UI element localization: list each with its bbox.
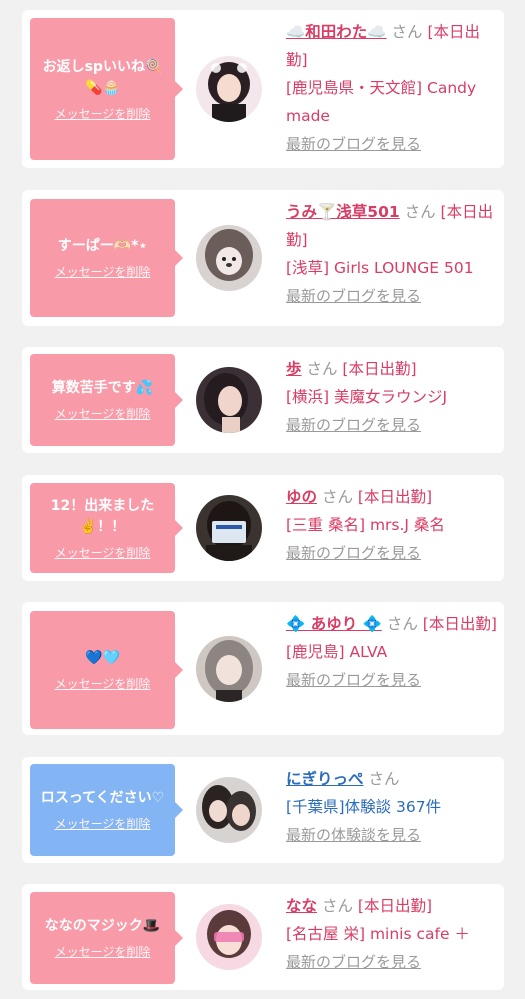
cast-name-link[interactable]: ☁️和田わた☁️ [286,23,387,41]
message-list: お返しspいいね🍭💊🧁 メッセージを削除 ☁️和田わた☁️ さん [本日出勤] … [0,0,525,999]
work-status: [本日出勤] [342,360,417,378]
message-bubble: 12！出来ました✌️！！ メッセージを削除 [30,483,183,573]
cast-name-link[interactable]: 💠 あゆり 💠 [286,615,382,633]
latest-blog-link[interactable]: 最新のブログを見る [286,953,421,971]
work-status: [本日出勤] [422,615,497,633]
avatar[interactable] [196,495,262,561]
message-bubble: 算数苦手です💦 メッセージを削除 [30,354,183,446]
avatar[interactable] [196,904,262,970]
message-card: ロスってください♡ メッセージを削除 にぎりっぺ さん [千葉県]体験談 367… [22,757,504,863]
delete-message-link[interactable]: メッセージを削除 [55,263,151,280]
message-text: 算数苦手です💦 [51,380,154,396]
honorific: さん [306,360,338,378]
message-card: ななのマジック🎩 メッセージを削除 なな さん [本日出勤] [名古屋 栄] m… [22,884,504,990]
message-card: 12！出来ました✌️！！ メッセージを削除 ゆの さん [本日出勤] [三重 桑… [22,475,504,581]
cast-name-link[interactable]: なな [286,897,317,915]
reviewer-name-link[interactable]: にぎりっぺ [286,770,364,788]
review-count: [千葉県]体験談 367件 [286,798,442,816]
honorific: さん [386,615,418,633]
latest-blog-link[interactable]: 最新のブログを見る [286,671,421,689]
cast-info: 💠 あゆり 💠 さん [本日出勤] [鹿児島] ALVA 最新のブログを見る [286,610,498,694]
message-card: お返しspいいね🍭💊🧁 メッセージを削除 ☁️和田わた☁️ さん [本日出勤] … [22,10,504,168]
delete-message-link[interactable]: メッセージを削除 [55,405,151,422]
latest-blog-link[interactable]: 最新のブログを見る [286,287,421,305]
shop-name: [横浜] 美魔女ラウンジJ [286,388,448,406]
avatar[interactable] [196,777,262,843]
honorific: さん [368,770,400,788]
cast-info: うみ🍸浅草501 さん [本日出勤] [浅草] Girls LOUNGE 501… [286,198,498,310]
honorific: さん [404,203,436,221]
cast-info: ゆの さん [本日出勤] [三重 桑名] mrs.J 桑名 最新のブログを見る [286,483,498,567]
message-bubble: ロスってください♡ メッセージを削除 [30,764,183,856]
latest-review-link[interactable]: 最新の体験談を見る [286,826,421,844]
cast-name-link[interactable]: うみ🍸浅草501 [286,203,400,221]
delete-message-link[interactable]: メッセージを削除 [55,675,151,692]
message-text: お返しspいいね🍭💊🧁 [42,58,163,96]
delete-message-link[interactable]: メッセージを削除 [55,105,151,122]
cast-info: ☁️和田わた☁️ さん [本日出勤] [鹿児島県・天文館] Candy made… [286,18,498,158]
message-card: 💙🩵 メッセージを削除 💠 あゆり 💠 さん [本日出勤] [鹿児島] ALVA… [22,602,504,735]
shop-name: [鹿児島] ALVA [286,643,388,661]
delete-message-link[interactable]: メッセージを削除 [55,544,151,561]
cast-name-link[interactable]: 歩 [286,360,302,378]
cast-info: なな さん [本日出勤] [名古屋 栄] minis cafe ＋ 最新のブログ… [286,892,498,976]
work-status: [本日出勤] [357,488,433,506]
message-text: ななのマジック🎩 [44,918,161,934]
latest-blog-link[interactable]: 最新のブログを見る [286,135,421,153]
avatar[interactable] [196,636,262,702]
latest-blog-link[interactable]: 最新のブログを見る [286,416,421,434]
message-card: 算数苦手です💦 メッセージを削除 歩 さん [本日出勤] [横浜] 美魔女ラウン… [22,347,504,453]
shop-name: [鹿児島県・天文館] Candy made [286,79,477,125]
message-text: 💙🩵 [85,650,120,666]
shop-name: [三重 桑名] mrs.J 桑名 [286,516,445,534]
delete-message-link[interactable]: メッセージを削除 [55,815,151,832]
latest-blog-link[interactable]: 最新のブログを見る [286,544,421,562]
shop-name: [名古屋 栄] minis cafe ＋ [286,925,470,943]
message-bubble: お返しspいいね🍭💊🧁 メッセージを削除 [30,18,183,160]
avatar[interactable] [196,225,262,291]
honorific: さん [391,23,423,41]
message-text: 12！出来ました✌️！！ [50,497,155,535]
honorific: さん [321,488,353,506]
message-text: ロスってください♡ [40,790,165,806]
avatar[interactable] [196,367,262,433]
message-card: すーぱー🫶🏻*⋆ メッセージを削除 うみ🍸浅草501 さん [本日出勤] [浅草… [22,190,504,326]
cast-info: 歩 さん [本日出勤] [横浜] 美魔女ラウンジJ 最新のブログを見る [286,355,498,439]
cast-info: にぎりっぺ さん [千葉県]体験談 367件 最新の体験談を見る [286,765,498,849]
message-bubble: ななのマジック🎩 メッセージを削除 [30,892,183,984]
message-bubble: 💙🩵 メッセージを削除 [30,611,183,729]
delete-message-link[interactable]: メッセージを削除 [55,943,151,960]
shop-name: [浅草] Girls LOUNGE 501 [286,259,474,277]
avatar[interactable] [196,56,262,122]
honorific: さん [321,897,353,915]
cast-name-link[interactable]: ゆの [286,488,317,506]
message-bubble: すーぱー🫶🏻*⋆ メッセージを削除 [30,199,183,317]
work-status: [本日出勤] [357,897,433,915]
message-text: すーぱー🫶🏻*⋆ [57,238,148,254]
